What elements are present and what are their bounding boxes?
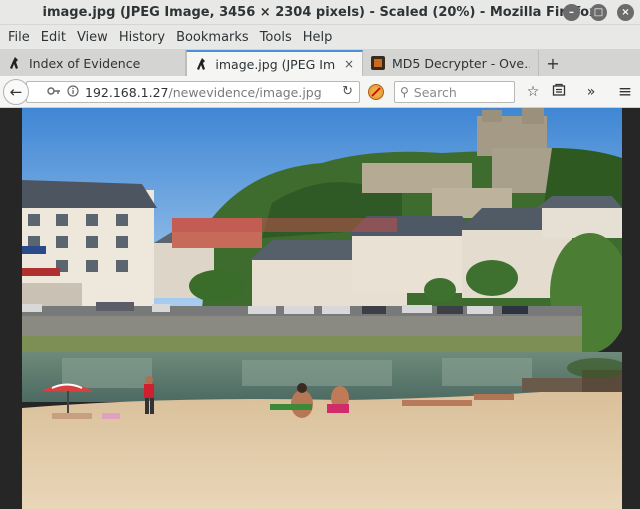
- navigation-bar: 192.168.1.27/newevidence/image.jpg ↻ ← ⚲…: [0, 76, 640, 108]
- url-path: /newevidence/image.jpg: [168, 84, 322, 100]
- tab-label: Index of Evidence: [29, 55, 141, 71]
- menu-help[interactable]: Help: [299, 30, 337, 45]
- search-placeholder: Search: [413, 84, 457, 100]
- window-title: image.jpg (JPEG Image, 3456 × 2304 pixel…: [42, 4, 598, 20]
- hamburger-menu-icon[interactable]: ≡: [616, 83, 634, 101]
- tab-image-jpg[interactable]: image.jpg (JPEG Imag… ×: [186, 50, 363, 76]
- search-icon: ⚲: [400, 85, 409, 99]
- info-icon[interactable]: [67, 84, 79, 100]
- tab-strip: Index of Evidence image.jpg (JPEG Imag… …: [0, 49, 640, 76]
- url-host: 192.168.1.27: [85, 84, 169, 100]
- menu-bar: File Edit View History Bookmarks Tools H…: [0, 25, 640, 49]
- minimize-button[interactable]: –: [563, 4, 580, 21]
- new-tab-button[interactable]: +: [539, 50, 567, 76]
- displayed-image[interactable]: [22, 108, 622, 509]
- menu-bookmarks[interactable]: Bookmarks: [172, 30, 253, 45]
- tab-label: image.jpg (JPEG Imag…: [215, 56, 336, 72]
- tab-md5-decrypter[interactable]: MD5 Decrypter - Ove…: [363, 50, 539, 76]
- reload-icon[interactable]: ↻: [342, 84, 353, 99]
- menu-tools[interactable]: Tools: [256, 30, 296, 45]
- menu-history[interactable]: History: [115, 30, 169, 45]
- reader-view-icon[interactable]: [550, 83, 568, 101]
- menu-file[interactable]: File: [4, 30, 34, 45]
- menu-view[interactable]: View: [73, 30, 112, 45]
- close-window-button[interactable]: ×: [617, 4, 634, 21]
- menu-edit[interactable]: Edit: [37, 30, 70, 45]
- tab-label: MD5 Decrypter - Ove…: [392, 55, 530, 71]
- tab-index-of-evidence[interactable]: Index of Evidence: [0, 50, 186, 76]
- maximize-button[interactable]: □: [590, 4, 607, 21]
- overflow-icon[interactable]: »: [582, 83, 600, 101]
- site-favicon-icon: [371, 56, 385, 70]
- url-bar[interactable]: 192.168.1.27/newevidence/image.jpg ↻: [26, 81, 360, 103]
- search-input[interactable]: ⚲ Search: [394, 81, 515, 103]
- back-button[interactable]: ←: [3, 79, 29, 105]
- tab-close-icon[interactable]: ×: [344, 57, 354, 71]
- page-icon: [195, 57, 208, 71]
- window-titlebar: image.jpg (JPEG Image, 3456 × 2304 pixel…: [0, 0, 640, 25]
- key-icon[interactable]: [47, 86, 61, 99]
- addon-icon[interactable]: [368, 84, 384, 100]
- window-controls: – □ ×: [563, 4, 634, 21]
- page-icon: [8, 56, 22, 70]
- bookmark-star-icon[interactable]: ☆: [524, 83, 542, 101]
- page-content: [0, 108, 640, 509]
